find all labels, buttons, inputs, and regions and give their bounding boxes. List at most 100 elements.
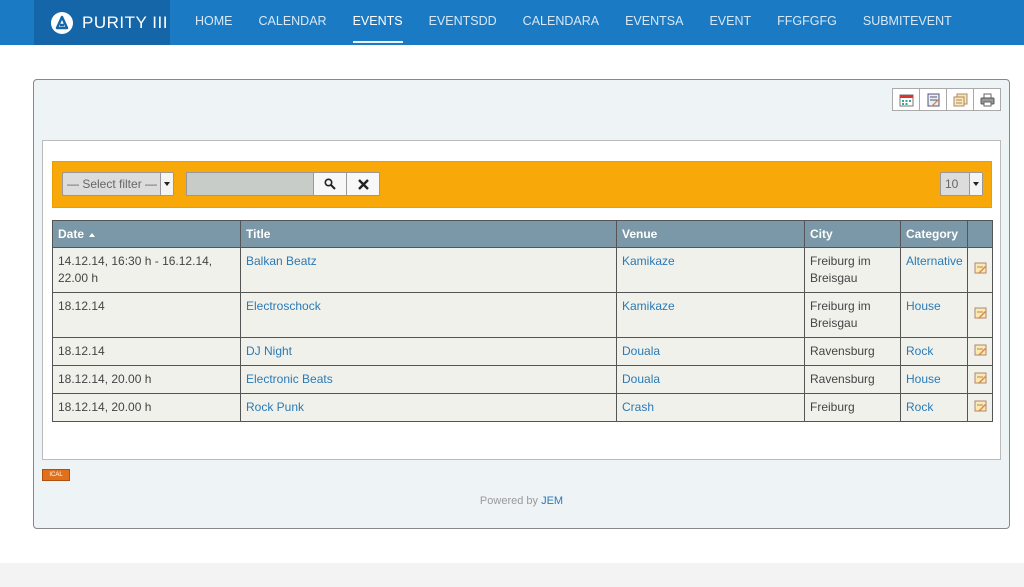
calendar-icon [899,94,913,106]
archive-button[interactable] [946,88,974,111]
col-city-header[interactable]: City [804,220,901,248]
nav-submitevent[interactable]: SUBMITEVENT [850,0,965,45]
calendar-button[interactable] [892,88,920,111]
table-cell-title: Electronic Beats [240,365,617,394]
col-edit-header [967,220,993,248]
edit-event-icon[interactable] [974,343,987,356]
table-row: 14.12.14, 16:30 h - 16.12.14, 22.00 h Bal… [52,247,993,293]
table-cell-date: 18.12.14 [52,292,241,338]
nav-home[interactable]: HOME [182,0,246,45]
table-cell-category: House [900,365,968,394]
col-category-header[interactable]: Category [900,220,968,248]
submit-event-icon [927,93,939,107]
event-venue-link[interactable]: Kamikaze [622,299,675,313]
search-button[interactable] [313,172,347,196]
table-cell-category: House [900,292,968,338]
table-cell-venue: Kamikaze [616,247,805,293]
nav-calendara[interactable]: CALENDARA [510,0,612,45]
archive-icon [953,93,967,106]
nav-eventsdd[interactable]: EVENTSDD [416,0,510,45]
search-input[interactable] [186,172,314,196]
nav-ffgfgfg[interactable]: FFGFGFG [764,0,850,45]
chevron-down-icon [160,173,173,195]
ical-button[interactable]: ICAL [42,469,70,481]
event-date: 18.12.14 [58,299,105,313]
table-header-row: Date Title Venue City Category [52,220,993,248]
edit-event-icon[interactable] [974,371,987,384]
table-cell-venue: Douala [616,365,805,394]
event-date: 18.12.14, 20.00 h [58,400,152,414]
event-venue-link[interactable]: Douala [622,372,660,386]
event-title-link[interactable]: Rock Punk [246,400,304,414]
nav-eventsa[interactable]: EVENTSA [612,0,696,45]
page-content: — Select filter — 10 Date Title Venue Ci… [0,45,1024,563]
clear-button[interactable] [346,172,380,196]
table-cell-date: 18.12.14, 20.00 h [52,365,241,394]
event-title-link[interactable]: DJ Night [246,344,292,358]
event-title-link[interactable]: Balkan Beatz [246,254,317,268]
event-venue-link[interactable]: Crash [622,400,654,414]
event-category-link[interactable]: House [906,299,941,313]
table-cell-title: Electroschock [240,292,617,338]
table-cell-edit [967,365,993,394]
table-cell-date: 14.12.14, 16:30 h - 16.12.14, 22.00 h [52,247,241,293]
event-category-link[interactable]: Rock [906,344,933,358]
limit-select[interactable]: 10 [940,172,983,196]
table-cell-category: Alternative [900,247,968,293]
brand[interactable]: PURITY III [34,0,170,45]
action-icons [892,88,1001,111]
table-cell-title: DJ Night [240,337,617,366]
event-category-link[interactable]: Rock [906,400,933,414]
chevron-down-icon [969,173,982,195]
limit-value: 10 [945,177,959,191]
edit-event-icon[interactable] [974,306,987,319]
event-title-link[interactable]: Electronic Beats [246,372,333,386]
table-cell-city: Freiburg im Breisgau [804,247,901,293]
event-category-link[interactable]: Alternative [906,254,963,268]
filter-type-select[interactable]: — Select filter — [62,172,174,196]
col-title-header[interactable]: Title [240,220,617,248]
submit-event-button[interactable] [919,88,947,111]
powered-by-text: Powered by [479,495,539,507]
event-venue-link[interactable]: Kamikaze [622,254,675,268]
nav-event[interactable]: EVENT [696,0,764,45]
event-title-link[interactable]: Electroschock [246,299,321,313]
event-date: 18.12.14, 20.00 h [58,372,152,386]
table-row: 18.12.14, 20.00 h Rock Punk Crash Freiburg R… [52,393,993,422]
event-venue-link[interactable]: Douala [622,344,660,358]
search-icon [324,178,336,190]
event-date: 18.12.14 [58,344,105,358]
print-icon [980,93,994,106]
top-navbar: PURITY III HOME CALENDAR EVENTS EVENTSDD… [0,0,1024,45]
print-button[interactable] [973,88,1001,111]
edit-event-icon[interactable] [974,399,987,412]
sort-ascending-icon [89,232,96,237]
col-date-header[interactable]: Date [52,220,241,248]
table-row: 18.12.14 Electroschock Kamikaze Freiburg im… [52,292,993,338]
table-cell-title: Balkan Beatz [240,247,617,293]
event-category-link[interactable]: House [906,372,941,386]
edit-event-icon[interactable] [974,261,987,274]
table-cell-edit [967,337,993,366]
close-icon [357,178,369,190]
event-city: Ravensburg [810,372,875,386]
table-cell-edit [967,292,993,338]
table-cell-category: Rock [900,393,968,422]
nav-events[interactable]: EVENTS [340,0,416,45]
events-table: Date Title Venue City Category 14.12.14,… [52,220,993,422]
nav-calendar[interactable]: CALENDAR [246,0,340,45]
table-cell-title: Rock Punk [240,393,617,422]
purity-logo-icon [51,11,73,34]
table-cell-city: Ravensburg [804,337,901,366]
table-cell-date: 18.12.14 [52,337,241,366]
jem-link[interactable]: JEM [541,495,563,507]
table-cell-venue: Kamikaze [616,292,805,338]
table-cell-city: Freiburg [804,393,901,422]
table-cell-category: Rock [900,337,968,366]
filter-bar: — Select filter — 10 [52,161,992,208]
table-cell-city: Freiburg im Breisgau [804,292,901,338]
filter-type-value: — Select filter — [67,177,158,191]
col-venue-header[interactable]: Venue [616,220,805,248]
event-city: Ravensburg [810,344,875,358]
event-city: Freiburg [810,400,855,414]
